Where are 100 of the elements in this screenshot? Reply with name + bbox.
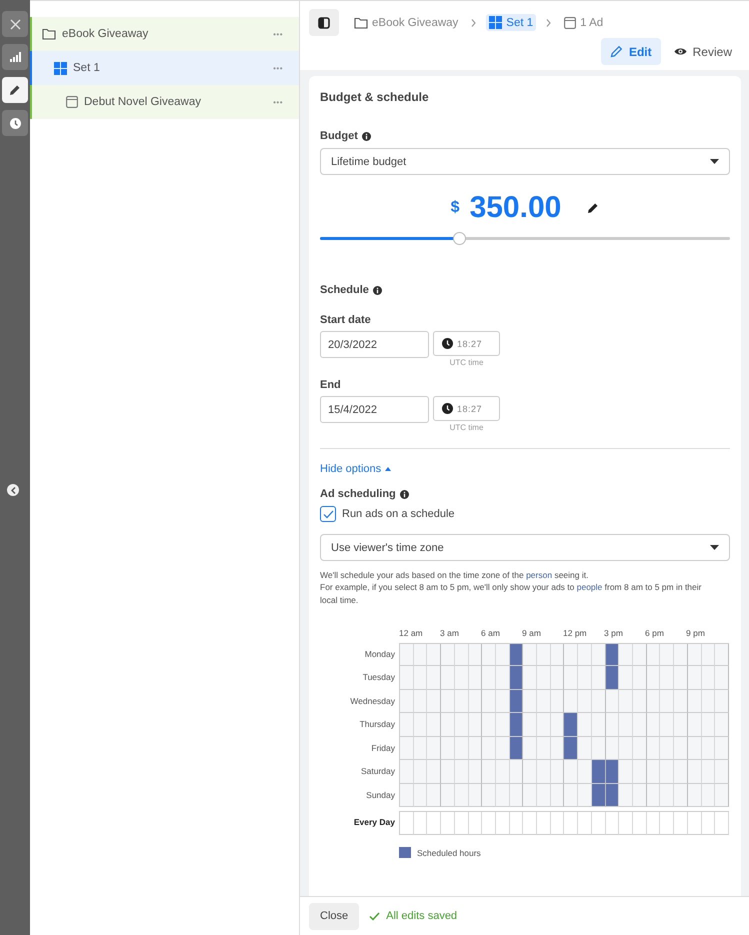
schedule-cell[interactable] [633, 644, 647, 666]
schedule-cell[interactable] [523, 784, 538, 808]
schedule-cell[interactable] [523, 644, 538, 666]
schedule-cell[interactable] [414, 713, 428, 737]
schedule-cell[interactable] [660, 812, 674, 836]
schedule-cell[interactable] [523, 760, 538, 784]
schedule-cell[interactable] [441, 713, 455, 737]
schedule-cell[interactable] [619, 644, 634, 666]
schedule-cell[interactable] [523, 666, 538, 690]
schedule-cell[interactable] [633, 760, 647, 784]
time-field[interactable]: 18:27 [433, 331, 500, 356]
schedule-cell[interactable] [510, 713, 524, 737]
schedule-cell[interactable] [715, 644, 729, 666]
schedule-cell[interactable] [606, 644, 620, 666]
schedule-cell[interactable] [633, 713, 647, 737]
schedule-cell[interactable] [564, 644, 578, 666]
schedule-cell[interactable] [564, 812, 578, 836]
schedule-cell[interactable] [400, 713, 414, 737]
schedule-cell[interactable] [537, 644, 551, 666]
tree-item[interactable]: eBook Giveaway ••• [30, 17, 299, 51]
schedule-cell[interactable] [578, 760, 592, 784]
schedule-cell[interactable] [646, 713, 660, 737]
schedule-cell[interactable] [619, 736, 634, 760]
hide-options-link[interactable]: Hide options [320, 463, 392, 475]
checkbox[interactable] [320, 506, 336, 522]
schedule-cell[interactable] [592, 666, 606, 690]
schedule-cell[interactable] [482, 760, 496, 784]
schedule-cell[interactable] [564, 784, 578, 808]
schedule-cell[interactable] [441, 784, 455, 808]
schedule-cell[interactable] [427, 784, 442, 808]
schedule-cell[interactable] [510, 666, 524, 690]
schedule-cell[interactable] [468, 666, 482, 690]
schedule-cell[interactable] [537, 666, 551, 690]
date-field[interactable]: 20/3/2022 [320, 331, 429, 358]
schedule-cell[interactable] [510, 644, 524, 666]
schedule-cell[interactable] [633, 784, 647, 808]
schedule-cell[interactable] [482, 644, 496, 666]
schedule-cell[interactable] [400, 666, 414, 690]
schedule-cell[interactable] [660, 666, 674, 690]
schedule-cell[interactable] [441, 690, 455, 714]
schedule-cell[interactable] [550, 760, 564, 784]
schedule-cell[interactable] [400, 644, 414, 666]
schedule-cell[interactable] [564, 736, 578, 760]
breadcrumb-item[interactable]: Set 1 [486, 14, 536, 31]
schedule-cell[interactable] [414, 666, 428, 690]
time-zone-dropdown[interactable]: Use viewer's time zone [320, 534, 730, 561]
schedule-cell[interactable] [537, 736, 551, 760]
tree-item[interactable]: Set 1 ••• [30, 51, 299, 85]
schedule-cell[interactable] [537, 690, 551, 714]
panel-toggle-button[interactable] [309, 9, 339, 36]
schedule-cell[interactable] [441, 812, 455, 836]
schedule-cell[interactable] [578, 812, 592, 836]
schedule-cell[interactable] [564, 666, 578, 690]
breadcrumb-item[interactable]: 1 Ad [561, 14, 606, 30]
time-field[interactable]: 18:27 [433, 396, 500, 421]
close-button[interactable]: Close [309, 902, 360, 930]
schedule-cell[interactable] [441, 666, 455, 690]
schedule-cell[interactable] [550, 666, 564, 690]
schedule-cell[interactable] [660, 784, 674, 808]
rail-button[interactable] [2, 77, 28, 103]
schedule-cell[interactable] [702, 812, 716, 836]
mode-tab[interactable]: Edit [600, 38, 661, 65]
schedule-cell[interactable] [537, 812, 551, 836]
schedule-cell[interactable] [619, 666, 634, 690]
mode-tab[interactable]: Review [664, 38, 741, 65]
schedule-cell[interactable] [400, 784, 414, 808]
schedule-cell[interactable] [715, 760, 729, 784]
schedule-cell[interactable] [427, 666, 442, 690]
schedule-cell[interactable] [646, 760, 660, 784]
text-link[interactable]: people [576, 582, 602, 592]
schedule-cell[interactable] [660, 736, 674, 760]
schedule-cell[interactable] [550, 812, 564, 836]
schedule-cell[interactable] [646, 812, 660, 836]
schedule-cell[interactable] [606, 666, 620, 690]
schedule-cell[interactable] [564, 760, 578, 784]
schedule-cell[interactable] [674, 690, 688, 714]
schedule-cell[interactable] [454, 812, 469, 836]
schedule-cell[interactable] [496, 644, 510, 666]
schedule-cell[interactable] [523, 736, 538, 760]
schedule-cell[interactable] [523, 713, 538, 737]
schedule-cell[interactable] [441, 644, 455, 666]
schedule-cell[interactable] [619, 812, 634, 836]
schedule-cell[interactable] [468, 812, 482, 836]
schedule-cell[interactable] [496, 713, 510, 737]
schedule-cell[interactable] [619, 690, 634, 714]
schedule-cell[interactable] [482, 666, 496, 690]
schedule-cell[interactable] [578, 736, 592, 760]
schedule-cell[interactable] [400, 760, 414, 784]
schedule-cell[interactable] [468, 644, 482, 666]
schedule-cell[interactable] [482, 812, 496, 836]
schedule-cell[interactable] [523, 690, 538, 714]
schedule-cell[interactable] [496, 760, 510, 784]
schedule-cell[interactable] [633, 666, 647, 690]
schedule-cell[interactable] [454, 713, 469, 737]
schedule-cell[interactable] [564, 713, 578, 737]
schedule-cell[interactable] [688, 760, 702, 784]
schedule-cell[interactable] [702, 760, 716, 784]
schedule-cell[interactable] [619, 784, 634, 808]
pencil-icon[interactable] [587, 202, 600, 214]
date-field[interactable]: 15/4/2022 [320, 396, 429, 423]
